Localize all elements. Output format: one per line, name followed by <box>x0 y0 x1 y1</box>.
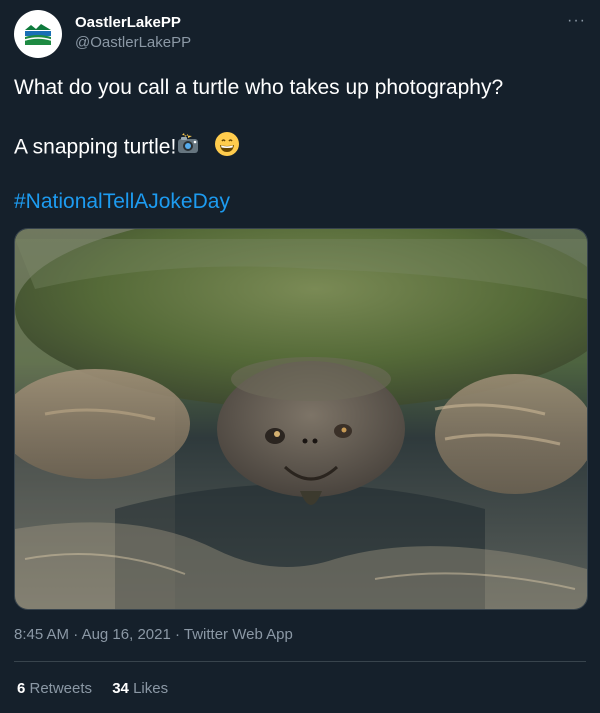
tweet-text-line-1: What do you call a turtle who takes up p… <box>14 76 504 99</box>
tweet-source[interactable]: Twitter Web App <box>184 626 293 643</box>
likes-label: Likes <box>128 680 169 697</box>
tweet-text-line-2-text: A snapping turtle! <box>14 135 177 159</box>
retweets-label: Retweets <box>25 680 93 697</box>
more-dots-icon[interactable]: ··· <box>567 12 586 30</box>
divider <box>14 661 586 662</box>
hashtag-link[interactable]: #NationalTellAJokeDay <box>14 188 230 216</box>
meta-separator: · <box>170 626 184 643</box>
tweet-stats: 6 Retweets 34 Likes <box>17 680 184 697</box>
snapping-turtle-photo <box>15 229 587 609</box>
retweets-stat[interactable]: 6 Retweets <box>17 680 92 697</box>
grinning-face-icon <box>214 131 240 165</box>
tweet-header: OastlerLakePP @OastlerLakePP ··· <box>14 10 586 60</box>
display-name[interactable]: OastlerLakePP <box>75 13 191 33</box>
tweet-time[interactable]: 8:45 AM <box>14 626 69 643</box>
author-names: OastlerLakePP @OastlerLakePP <box>75 13 191 53</box>
park-logo-icon <box>24 22 52 46</box>
tweet-text-line-2: A snapping turtle! <box>14 131 240 165</box>
tweet-photo[interactable] <box>14 228 588 610</box>
tweet-meta: 8:45 AM · Aug 16, 2021 · Twitter Web App <box>14 626 293 643</box>
tweet-date[interactable]: Aug 16, 2021 <box>82 626 171 643</box>
camera-flash-icon <box>176 133 200 163</box>
meta-separator: · <box>69 626 82 643</box>
avatar[interactable] <box>14 10 62 58</box>
handle[interactable]: @OastlerLakePP <box>75 33 191 53</box>
likes-count: 34 <box>112 680 129 697</box>
likes-stat[interactable]: 34 Likes <box>112 680 168 697</box>
